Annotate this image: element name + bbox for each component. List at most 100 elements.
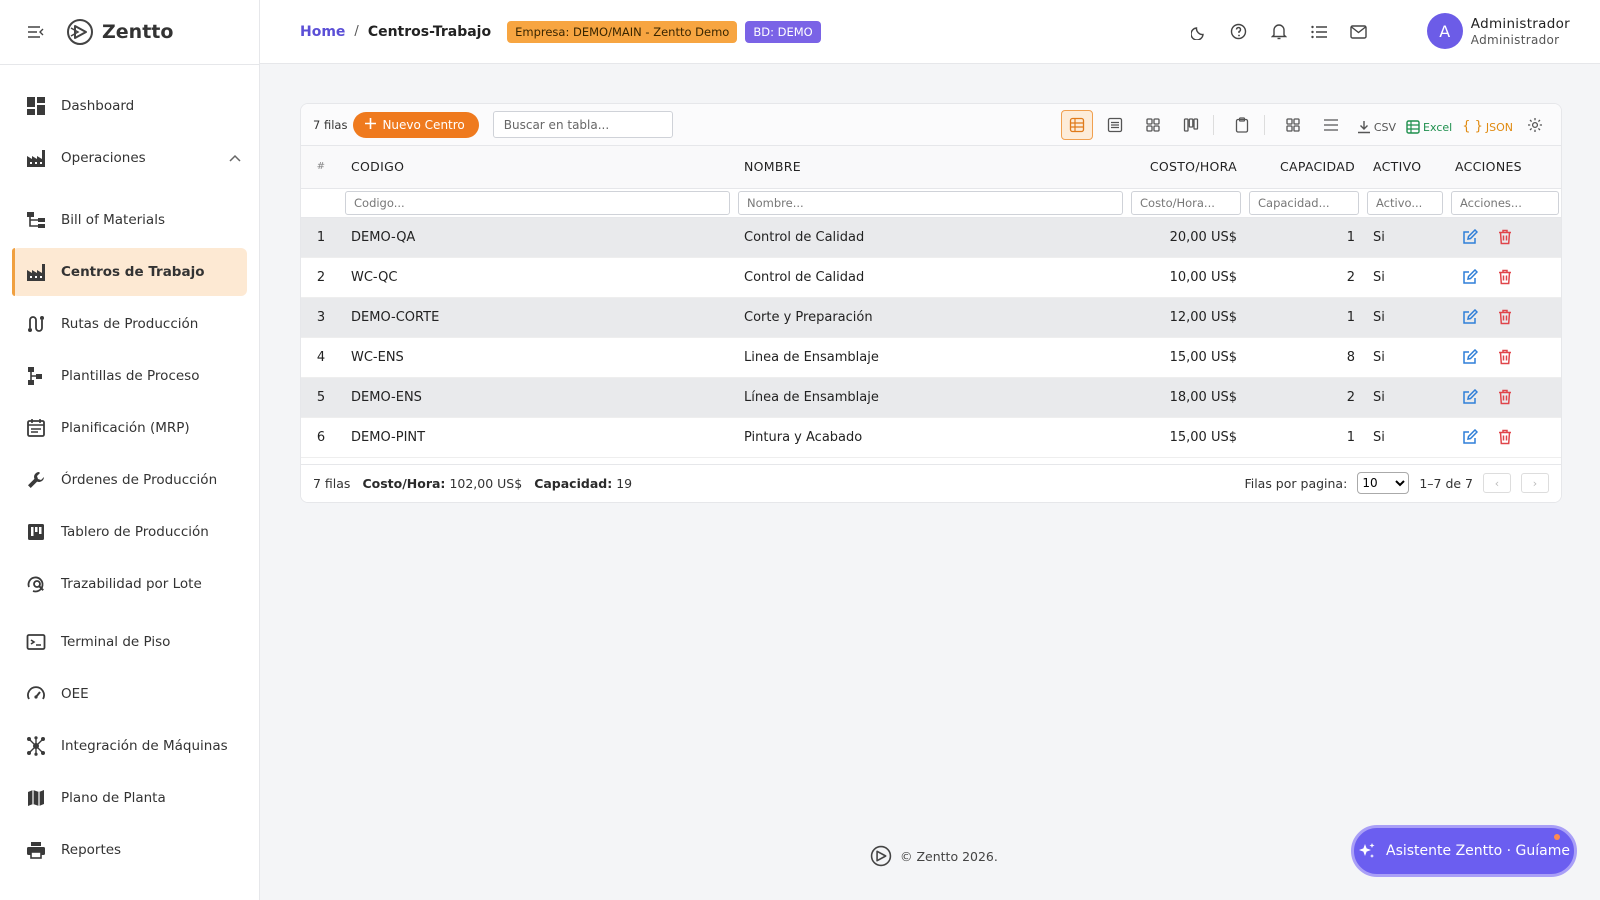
delete-icon[interactable] <box>1496 428 1514 446</box>
next-page-button[interactable]: › <box>1521 473 1549 493</box>
table-row[interactable]: 3 DEMO-CORTE Corte y Preparación 12,00 US$ 1… <box>301 297 1561 338</box>
delete-icon[interactable] <box>1496 228 1514 246</box>
sidebar-item-dashboard[interactable]: Dashboard <box>12 82 247 130</box>
filter-cell <box>1363 188 1447 218</box>
edit-icon[interactable] <box>1461 308 1479 326</box>
user-menu[interactable]: A Administrador Administrador <box>1426 13 1570 49</box>
sidebar-item-operaciones[interactable]: Operaciones <box>12 134 247 182</box>
sidebar-item-trazabilidad-por-lote[interactable]: Trazabilidad por Lote <box>12 560 247 608</box>
edit-icon[interactable] <box>1461 228 1479 246</box>
cell-idx: 4 <box>301 337 341 378</box>
footer-capacidad-value: 19 <box>616 476 633 491</box>
filter-nombre-input[interactable] <box>738 190 1123 215</box>
terminal-icon <box>25 631 47 653</box>
sidebar-item-rutas-de-produccion[interactable]: Rutas de Producción <box>12 300 247 348</box>
grid-footer: 7 filas Costo/Hora: 102,00 US$ Capacidad… <box>301 464 1561 502</box>
new-center-button[interactable]: Nuevo Centro <box>353 111 479 138</box>
sidebar-item-label: Reportes <box>61 842 122 858</box>
breadcrumb-home[interactable]: Home <box>300 24 345 40</box>
cell-capacidad: 1 <box>1245 417 1363 458</box>
edit-icon[interactable] <box>1461 428 1479 446</box>
work-centers-table: # CODIGO NOMBRE COSTO/HORA CAPACIDAD ACT… <box>301 146 1561 458</box>
cell-idx: 3 <box>301 297 341 338</box>
table-row[interactable]: 2 WC-QC Control de Calidad 10,00 US$ 2 Si <box>301 257 1561 298</box>
help-icon[interactable] <box>1227 20 1250 43</box>
zentto-logo-icon <box>67 19 93 45</box>
delete-icon[interactable] <box>1496 348 1514 366</box>
header-actions <box>1187 20 1370 43</box>
dark-mode-icon[interactable] <box>1187 20 1210 43</box>
csv-label: CSV <box>1373 121 1397 134</box>
sidebar: Zentto Dashboard Operaciones Bill of Mater… <box>0 0 260 900</box>
settings-gear-icon[interactable] <box>1519 110 1551 140</box>
export-csv-button[interactable]: CSV <box>1357 110 1396 140</box>
table-row[interactable]: 5 DEMO-ENS Línea de Ensamblaje 18,00 US$ 2 Si <box>301 377 1561 418</box>
column-header-index: # <box>301 146 341 189</box>
sidebar-item-label: Plantillas de Proceso <box>61 368 200 384</box>
filter-cell <box>734 188 1127 218</box>
task-list-icon[interactable] <box>1307 20 1330 43</box>
delete-icon[interactable] <box>1496 308 1514 326</box>
filter-capacidad-input[interactable] <box>1249 190 1359 215</box>
sidebar-item-label: Dashboard <box>61 98 135 114</box>
density-lines-icon[interactable] <box>1315 110 1347 140</box>
column-header-costo[interactable]: COSTO/HORA <box>1127 146 1245 189</box>
grid-view-icon[interactable] <box>1137 110 1169 140</box>
rows-per-page-select[interactable]: 10 <box>1357 472 1410 494</box>
menu-collapse-icon[interactable] <box>26 24 46 40</box>
sidebar-item-oee[interactable]: OEE <box>12 670 247 718</box>
table-search-input[interactable] <box>492 111 673 138</box>
delete-icon[interactable] <box>1496 268 1514 286</box>
sidebar-item-bill-of-materials[interactable]: Bill of Materials <box>12 196 247 244</box>
assistant-button[interactable]: Asistente Zentto · Guíame <box>1351 825 1577 877</box>
row-actions <box>1447 348 1561 366</box>
table-row[interactable]: 6 DEMO-PINT Pintura y Acabado 15,00 US$ 1 Si <box>301 417 1561 458</box>
delete-icon[interactable] <box>1496 388 1514 406</box>
new-center-label: Nuevo Centro <box>382 117 465 132</box>
edit-icon[interactable] <box>1461 348 1479 366</box>
footer-rows-count: 7 filas <box>313 476 351 491</box>
edit-icon[interactable] <box>1461 388 1479 406</box>
table-body: 1 DEMO-QA Control de Calidad 20,00 US$ 1 Si 2 W… <box>301 217 1561 458</box>
column-header-activo[interactable]: ACTIVO <box>1363 146 1447 189</box>
sidebar-item-planificacion-mrp[interactable]: Planificación (MRP) <box>12 404 247 452</box>
kanban-view-icon[interactable] <box>1175 110 1207 140</box>
export-json-button[interactable]: { } JSON <box>1462 110 1513 140</box>
sidebar-item-centros-de-trabajo[interactable]: Centros de Trabajo <box>12 248 247 296</box>
sidebar-item-plantillas-de-proceso[interactable]: Plantillas de Proceso <box>12 352 247 400</box>
density-grid-icon[interactable] <box>1277 110 1309 140</box>
column-header-capacidad[interactable]: CAPACIDAD <box>1245 146 1363 189</box>
table-row[interactable]: 1 DEMO-QA Control de Calidad 20,00 US$ 1 Si <box>301 217 1561 258</box>
table-row[interactable]: 4 WC-ENS Linea de Ensamblaje 15,00 US$ 8 Si <box>301 337 1561 378</box>
sidebar-item-integracion-de-maquinas[interactable]: Integración de Máquinas <box>12 722 247 770</box>
list-view-icon[interactable] <box>1099 110 1131 140</box>
sidebar-item-reportes[interactable]: Reportes <box>12 826 247 874</box>
mail-icon[interactable] <box>1347 20 1370 43</box>
calendar-icon <box>25 417 47 439</box>
braces-icon: { } <box>1462 119 1483 134</box>
chevron-up-icon[interactable] <box>229 150 241 166</box>
column-header-nombre[interactable]: NOMBRE <box>734 146 1127 189</box>
filter-acciones-input[interactable] <box>1451 190 1559 215</box>
column-header-codigo[interactable]: CODIGO <box>341 146 734 189</box>
notifications-bell-icon[interactable] <box>1267 20 1290 43</box>
edit-icon[interactable] <box>1461 268 1479 286</box>
sidebar-item-terminal-de-piso[interactable]: Terminal de Piso <box>12 618 247 666</box>
json-label: JSON <box>1485 121 1513 134</box>
export-excel-button[interactable]: Excel <box>1406 110 1452 140</box>
filter-costo-input[interactable] <box>1131 190 1241 215</box>
clipboard-icon[interactable] <box>1226 110 1258 140</box>
filter-codigo-input[interactable] <box>345 190 730 215</box>
sidebar-item-ordenes-de-produccion[interactable]: Órdenes de Producción <box>12 456 247 504</box>
prev-page-button[interactable]: ‹ <box>1483 473 1511 493</box>
sidebar-item-tablero-de-produccion[interactable]: Tablero de Producción <box>12 508 247 556</box>
table-view-icon[interactable] <box>1060 110 1093 140</box>
filter-cell <box>1447 188 1561 218</box>
map-icon <box>25 787 47 809</box>
user-info: Administrador Administrador <box>1471 16 1570 47</box>
sidebar-item-label: Integración de Máquinas <box>61 738 228 754</box>
breadcrumb-current: Centros-Trabajo <box>367 23 492 40</box>
sidebar-item-label: Rutas de Producción <box>61 316 199 332</box>
filter-activo-input[interactable] <box>1367 190 1443 215</box>
sidebar-item-plano-de-planta[interactable]: Plano de Planta <box>12 774 247 822</box>
